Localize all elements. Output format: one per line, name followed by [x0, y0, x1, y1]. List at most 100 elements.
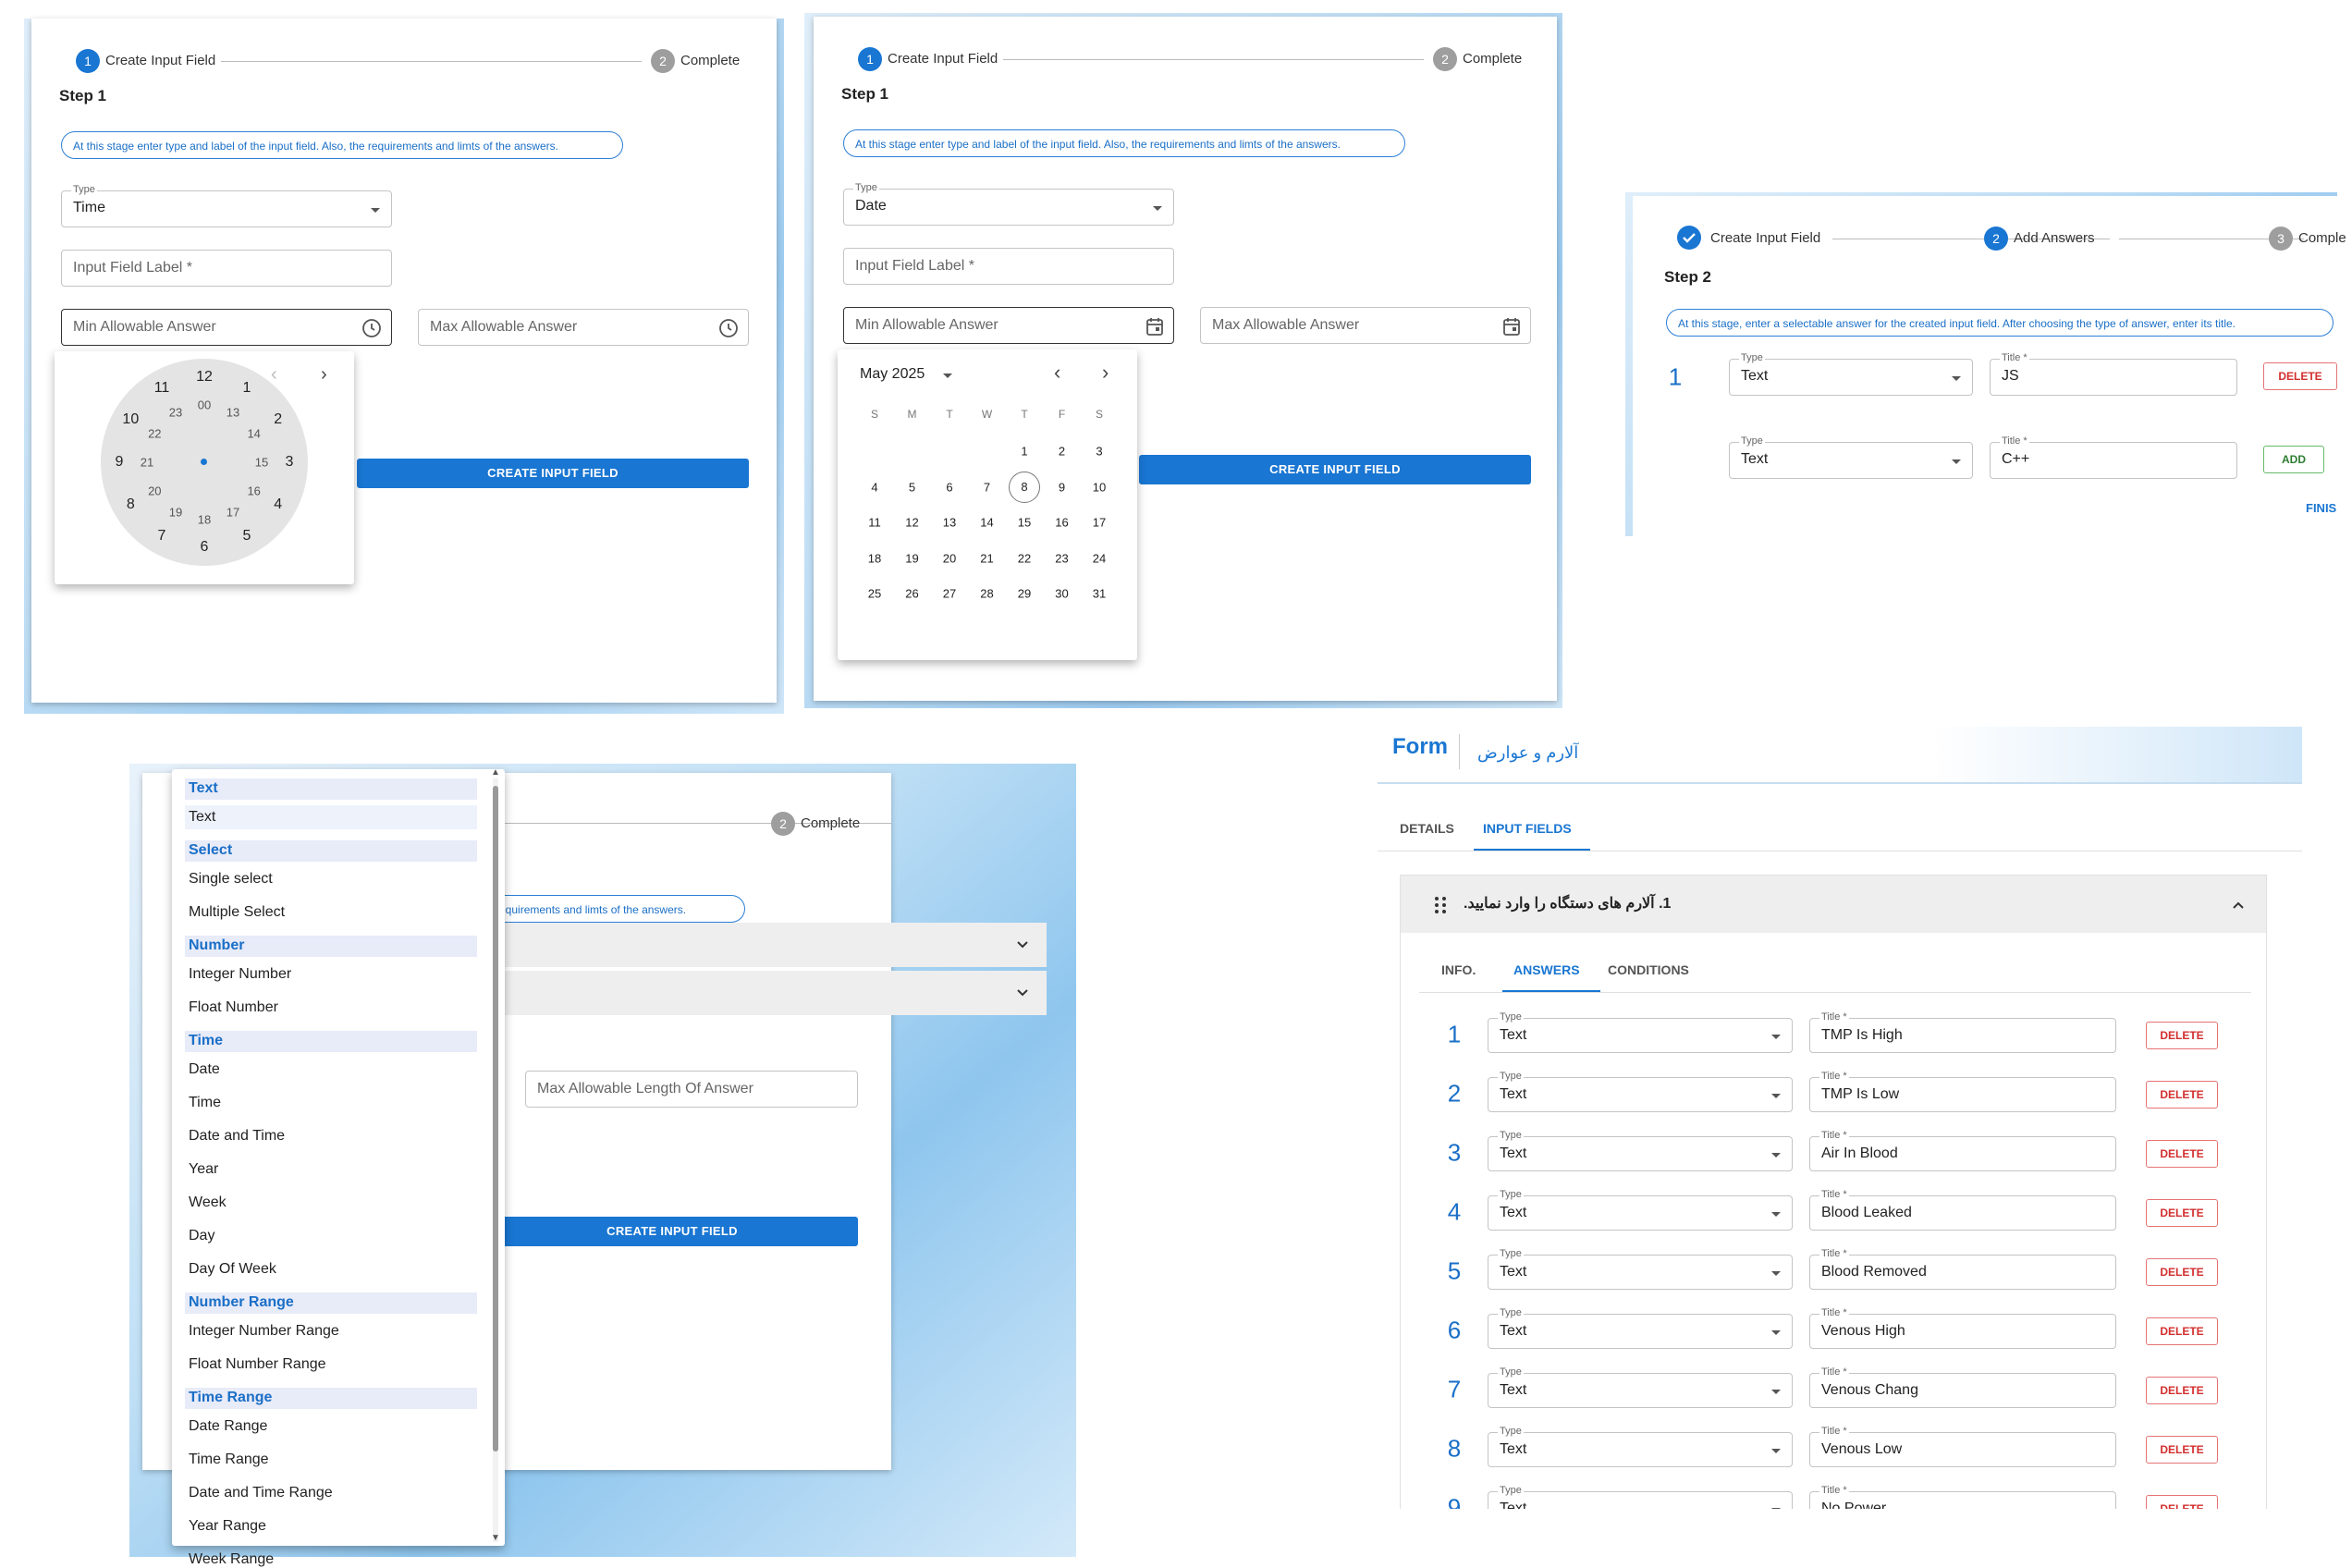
delete-answer-button[interactable]: DELETE: [2146, 1081, 2218, 1109]
calendar-day[interactable]: 23: [1055, 551, 1068, 565]
calendar-day[interactable]: 3: [1096, 445, 1102, 459]
answer-title-input[interactable]: Title * TMP Is Low: [1809, 1071, 2116, 1112]
menu-option[interactable]: Integer Number Range: [189, 1323, 339, 1340]
calendar-day[interactable]: 29: [1018, 587, 1031, 601]
clock-hour[interactable]: 11: [154, 380, 170, 397]
delete-answer-button[interactable]: DELETE: [2146, 1022, 2218, 1049]
calendar-day[interactable]: 28: [980, 587, 993, 601]
clock-hour[interactable]: 7: [158, 528, 166, 545]
clock-hour[interactable]: 6: [201, 539, 209, 556]
tab-details[interactable]: DETAILS: [1400, 821, 1454, 836]
calendar-day[interactable]: 4: [871, 480, 877, 494]
menu-scrollbar-thumb[interactable]: [493, 786, 498, 1452]
menu-option[interactable]: Single select: [189, 871, 273, 888]
delete-answer-button[interactable]: DELETE: [2146, 1436, 2218, 1464]
answer-title-input[interactable]: Title * Air In Blood: [1809, 1130, 2116, 1171]
input-field-label-input[interactable]: Input Field Label *: [843, 248, 1174, 285]
menu-option[interactable]: Multiple Select: [189, 904, 285, 921]
answer-title-input[interactable]: Title * TMP Is High: [1809, 1011, 2116, 1053]
scroll-up-icon[interactable]: ▲: [491, 767, 500, 778]
new-answer-title-input[interactable]: Title * C++: [1990, 435, 2237, 479]
chevron-right-icon[interactable]: ›: [321, 364, 327, 386]
calendar-day[interactable]: 22: [1018, 551, 1031, 565]
clock-hour-inner[interactable]: 15: [255, 456, 268, 470]
answer-type-select[interactable]: Type Text: [1488, 1189, 1793, 1231]
calendar-day[interactable]: 10: [1093, 480, 1106, 494]
calendar-day[interactable]: 13: [943, 516, 956, 530]
clock-hour[interactable]: 1: [243, 380, 251, 397]
max-length-input[interactable]: Max Allowable Length Of Answer: [525, 1071, 858, 1108]
clock-hour-inner[interactable]: 19: [169, 505, 182, 519]
menu-option[interactable]: Day Of Week: [189, 1261, 276, 1278]
calendar-day[interactable]: 9: [1059, 480, 1065, 494]
calendar-day[interactable]: 25: [868, 587, 881, 601]
accordion-row-1[interactable]: [475, 923, 1047, 967]
calendar-day[interactable]: 1: [1021, 445, 1027, 459]
answer-type-select[interactable]: Type Text: [1488, 1485, 1793, 1509]
chevron-right-icon[interactable]: ›: [1102, 361, 1109, 385]
delete-answer-button[interactable]: DELETE: [2146, 1495, 2218, 1509]
menu-option[interactable]: Day: [189, 1228, 214, 1244]
tab-input-fields[interactable]: INPUT FIELDS: [1483, 821, 1572, 836]
clock-hour-inner[interactable]: 20: [148, 484, 161, 498]
add-answer-button[interactable]: ADD: [2263, 446, 2324, 473]
menu-option[interactable]: Time Range: [189, 1452, 269, 1468]
max-answer-input[interactable]: Max Allowable Answer: [418, 309, 749, 346]
answer-type-select[interactable]: Type Text: [1488, 1248, 1793, 1290]
calendar-icon[interactable]: [1502, 316, 1521, 337]
menu-option[interactable]: Date and Time Range: [189, 1485, 333, 1501]
type-select[interactable]: Type Date: [843, 182, 1174, 226]
menu-option[interactable]: Time: [189, 1095, 221, 1111]
create-input-field-button[interactable]: CREATE INPUT FIELD: [357, 459, 749, 488]
subtab-info[interactable]: INFO.: [1441, 962, 1476, 977]
calendar-day[interactable]: 26: [905, 587, 918, 601]
calendar-day[interactable]: 12: [905, 516, 918, 530]
clock-hour-inner[interactable]: 21: [141, 456, 153, 470]
clock-hour-inner[interactable]: 23: [169, 406, 182, 420]
clock-hour[interactable]: 12: [196, 369, 213, 386]
calendar-day[interactable]: 5: [909, 480, 915, 494]
clock-hour[interactable]: 3: [286, 454, 294, 471]
min-answer-input[interactable]: Min Allowable Answer: [843, 307, 1174, 344]
calendar-day-selected[interactable]: 8: [1009, 471, 1040, 503]
calendar-day[interactable]: 15: [1018, 516, 1031, 530]
menu-option[interactable]: Float Number Range: [189, 1356, 326, 1373]
calendar-day[interactable]: 31: [1093, 587, 1106, 601]
menu-option[interactable]: Year Range: [189, 1518, 266, 1535]
clock-hour[interactable]: 10: [122, 411, 139, 428]
calendar-day[interactable]: 19: [905, 551, 918, 565]
calendar-day[interactable]: 2: [1059, 445, 1065, 459]
answer-type-select[interactable]: Type Text: [1729, 352, 1973, 396]
new-answer-type-select[interactable]: Type Text: [1729, 435, 1973, 479]
delete-answer-button[interactable]: DELETE: [2146, 1258, 2218, 1286]
menu-option[interactable]: Date: [189, 1061, 220, 1078]
calendar-day[interactable]: 17: [1093, 516, 1106, 530]
clock-hour-inner[interactable]: 16: [247, 484, 260, 498]
menu-option[interactable]: Text: [185, 805, 477, 829]
delete-answer-button[interactable]: DELETE: [2146, 1377, 2218, 1404]
clock-face[interactable]: 12 1 2 3 4 5 6 7 8 9 10 11 00 13 14 15 16 17 18 19 20 21 22 23: [101, 359, 308, 566]
menu-scrollbar[interactable]: [493, 778, 498, 1542]
answer-type-select[interactable]: Type Text: [1488, 1307, 1793, 1349]
menu-option[interactable]: Week Range: [189, 1551, 274, 1568]
max-answer-input[interactable]: Max Allowable Answer: [1200, 307, 1531, 344]
answer-type-select[interactable]: Type Text: [1488, 1426, 1793, 1467]
clock-icon[interactable]: [718, 318, 739, 338]
answer-type-select[interactable]: Type Text: [1488, 1011, 1793, 1053]
calendar-day[interactable]: 16: [1055, 516, 1068, 530]
calendar-day[interactable]: 7: [984, 480, 990, 494]
calendar-icon[interactable]: [1145, 316, 1164, 337]
clock-hour-inner[interactable]: 13: [227, 406, 239, 420]
delete-answer-button[interactable]: DELETE: [2263, 362, 2337, 390]
create-input-field-button[interactable]: CREATE INPUT FIELD: [486, 1217, 858, 1246]
accordion-header[interactable]: 1. آلارم های دستگاه را وارد نمایید.: [1401, 876, 2266, 933]
answer-type-select[interactable]: Type Text: [1488, 1366, 1793, 1408]
drag-handle-icon[interactable]: [1434, 896, 1447, 914]
scroll-down-icon[interactable]: ▼: [491, 1533, 500, 1543]
clock-hour-inner[interactable]: 14: [247, 427, 260, 441]
menu-option[interactable]: Integer Number: [189, 966, 291, 983]
accordion-row-2[interactable]: [475, 971, 1047, 1015]
menu-option[interactable]: Date and Time: [189, 1128, 285, 1145]
min-answer-input[interactable]: Min Allowable Answer: [61, 309, 392, 346]
answer-title-input[interactable]: Title * JS: [1990, 352, 2237, 396]
